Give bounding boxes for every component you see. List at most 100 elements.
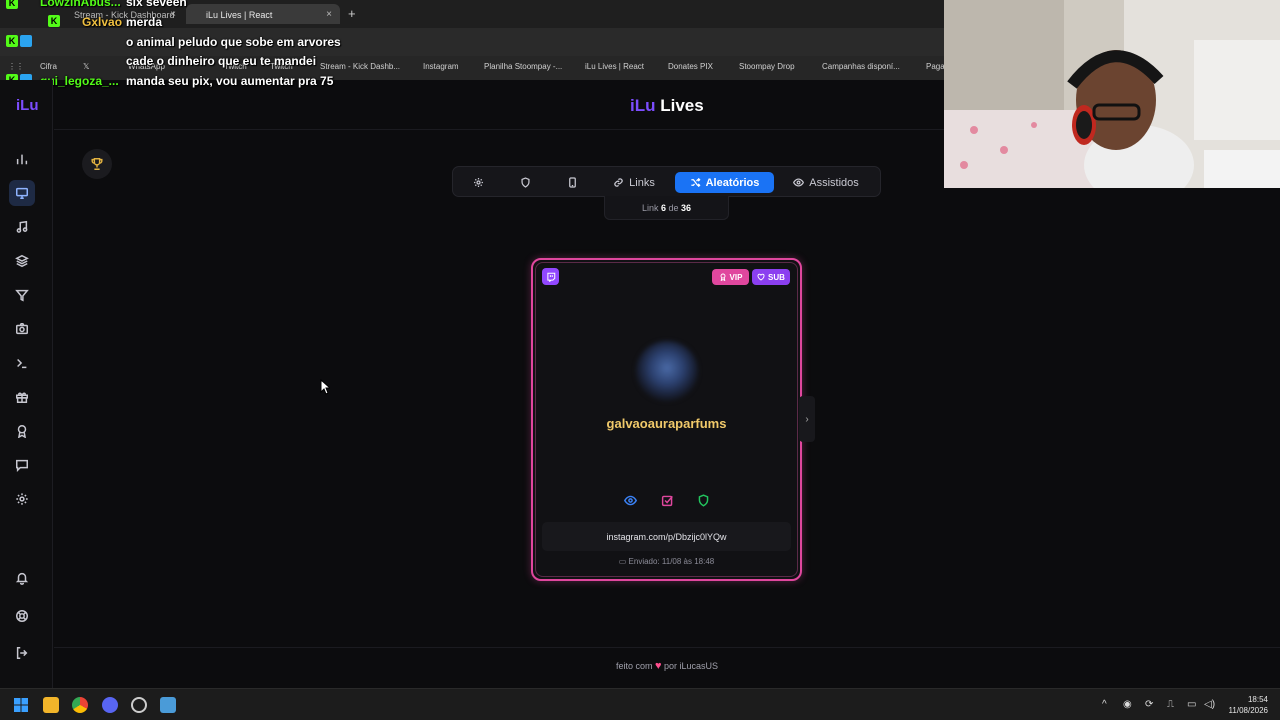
obs-icon[interactable]: [131, 697, 147, 713]
footer-prefix: feito com: [615, 661, 653, 671]
phone-icon: [568, 177, 576, 188]
network-icon[interactable]: ▭: [1187, 699, 1196, 710]
link-url[interactable]: instagram.com/p/Dbzijc0lYQw: [542, 522, 791, 551]
camera-icon[interactable]: [12, 319, 32, 339]
kick-badge-icon: K: [6, 0, 18, 9]
browser-tab-ilu[interactable]: iLu Lives | React ×: [186, 4, 340, 24]
bookmark-ilu-lives[interactable]: iLu Lives | React: [585, 62, 644, 71]
view-button[interactable]: [622, 492, 638, 508]
settings-icon[interactable]: [12, 489, 32, 509]
close-icon[interactable]: ×: [326, 9, 332, 20]
chevron-right-icon: ›: [805, 413, 809, 425]
sent-text: Enviado: 11/08 às 18:48: [628, 557, 715, 566]
chrome-icon[interactable]: [72, 697, 88, 713]
sub-badge: SUB: [752, 269, 790, 285]
app-logo[interactable]: iLu: [16, 97, 39, 114]
clock[interactable]: 18:54 11/08/2026: [1229, 694, 1268, 716]
bookmark-instagram[interactable]: Instagram: [423, 62, 459, 71]
bookmark-kick-dashboard[interactable]: Stream - Kick Dashb...: [320, 62, 400, 71]
footer-divider: [54, 647, 1280, 648]
x-icon[interactable]: 𝕏: [83, 62, 89, 71]
tab-label: Aleatórios: [705, 176, 760, 189]
subscriber-badge-icon: [20, 35, 32, 47]
terminal-icon[interactable]: [12, 353, 32, 373]
next-button[interactable]: ›: [799, 396, 815, 442]
mouse-cursor: [320, 379, 330, 395]
message-icon[interactable]: [12, 455, 32, 475]
app-icon[interactable]: [160, 697, 176, 713]
counter-total: 36: [681, 203, 692, 213]
webcam-overlay: [944, 0, 1280, 188]
chevron-up-icon[interactable]: ^: [1102, 699, 1107, 710]
layers-icon[interactable]: [12, 251, 32, 271]
vip-label: VIP: [729, 272, 743, 282]
apps-icon[interactable]: ⋮⋮: [8, 62, 24, 71]
tab-aleatorios[interactable]: Aleatórios: [675, 172, 774, 193]
award-icon: [720, 273, 725, 281]
chat-message: six seveen: [126, 0, 187, 9]
close-icon[interactable]: ×: [170, 9, 176, 20]
volume-icon[interactable]: ◁): [1204, 699, 1215, 710]
bookmark-stoompay-drop[interactable]: Stoompay Drop: [739, 62, 795, 71]
mark-watched-button[interactable]: [659, 492, 675, 508]
clock-date: 11/08/2026: [1228, 706, 1268, 715]
windows-start-icon[interactable]: [13, 697, 29, 713]
tab-label: Links: [629, 176, 655, 189]
moderate-button[interactable]: [695, 492, 711, 508]
footer-suffix: por iLucasUS: [664, 661, 719, 671]
tab-moderation[interactable]: [514, 172, 536, 193]
heart-icon: [757, 273, 765, 281]
sync-icon[interactable]: ⟳: [1145, 699, 1153, 710]
footer: feito com ♥ por iLucasUS: [54, 660, 1280, 672]
link-counter: Link 6 de 36: [604, 196, 729, 220]
filter-icon[interactable]: [12, 285, 32, 305]
help-icon[interactable]: [12, 606, 32, 626]
award-icon[interactable]: [12, 421, 32, 441]
chat-message: o animal peludo que sobe em arvores: [126, 35, 341, 49]
new-tab-button[interactable]: +: [348, 6, 356, 21]
tab-label: Assistidos: [809, 176, 859, 189]
discord-icon[interactable]: [102, 697, 118, 713]
file-explorer-icon[interactable]: [43, 697, 59, 713]
link-icon: [614, 178, 623, 187]
shield-icon: [520, 177, 530, 188]
mic-icon[interactable]: ⎍: [1167, 699, 1174, 710]
sent-date: ▭ Enviado: 11/08 às 18:48: [560, 557, 773, 566]
music-icon[interactable]: [12, 217, 32, 237]
kick-badge-icon: K: [6, 35, 18, 47]
avatar: [636, 341, 698, 401]
gear-icon: [473, 178, 483, 187]
tab-settings[interactable]: [467, 172, 489, 193]
chat-message: manda seu pix, vou aumentar pra 75: [126, 74, 334, 88]
username: galvaoauraparfums: [606, 416, 727, 431]
eye-icon: [793, 178, 805, 187]
bookmark-paga[interactable]: Paga: [926, 62, 945, 71]
title-rest: Lives: [655, 96, 704, 115]
chart-icon[interactable]: [12, 149, 32, 169]
calendar-icon: ▭: [618, 557, 629, 566]
gift-icon[interactable]: [12, 387, 32, 407]
counter-sep: de: [668, 203, 679, 213]
shuffle-icon: [690, 177, 701, 188]
tab-title: iLu Lives | React: [206, 10, 273, 20]
bookmark-cifra[interactable]: Cifra: [40, 62, 57, 71]
tab-mobile[interactable]: [561, 172, 583, 193]
chat-message: merda: [126, 15, 163, 29]
monitor-icon[interactable]: [9, 180, 35, 206]
bookmark-planilha[interactable]: Planilha Stoompay -...: [484, 62, 562, 71]
page-title: iLu Lives: [630, 96, 704, 116]
sidebar: [0, 80, 53, 688]
tab-assistidos[interactable]: Assistidos: [785, 172, 867, 193]
chat-username: LowzinAbus...: [40, 0, 121, 9]
bell-icon[interactable]: [12, 568, 32, 588]
discord-tray-icon[interactable]: ◉: [1123, 699, 1132, 710]
tab-links[interactable]: Links: [605, 172, 663, 193]
bookmark-campanhas[interactable]: Campanhas disponí...: [822, 62, 900, 71]
view-tabs: Links Aleatórios Assistidos: [452, 166, 881, 197]
twitch-icon: [542, 268, 559, 285]
bookmark-donates-pix[interactable]: Donates PIX: [668, 62, 713, 71]
trophy-icon[interactable]: [82, 149, 112, 179]
logout-icon[interactable]: [12, 643, 32, 663]
header-divider: [54, 129, 944, 130]
shield-icon: [698, 493, 708, 507]
